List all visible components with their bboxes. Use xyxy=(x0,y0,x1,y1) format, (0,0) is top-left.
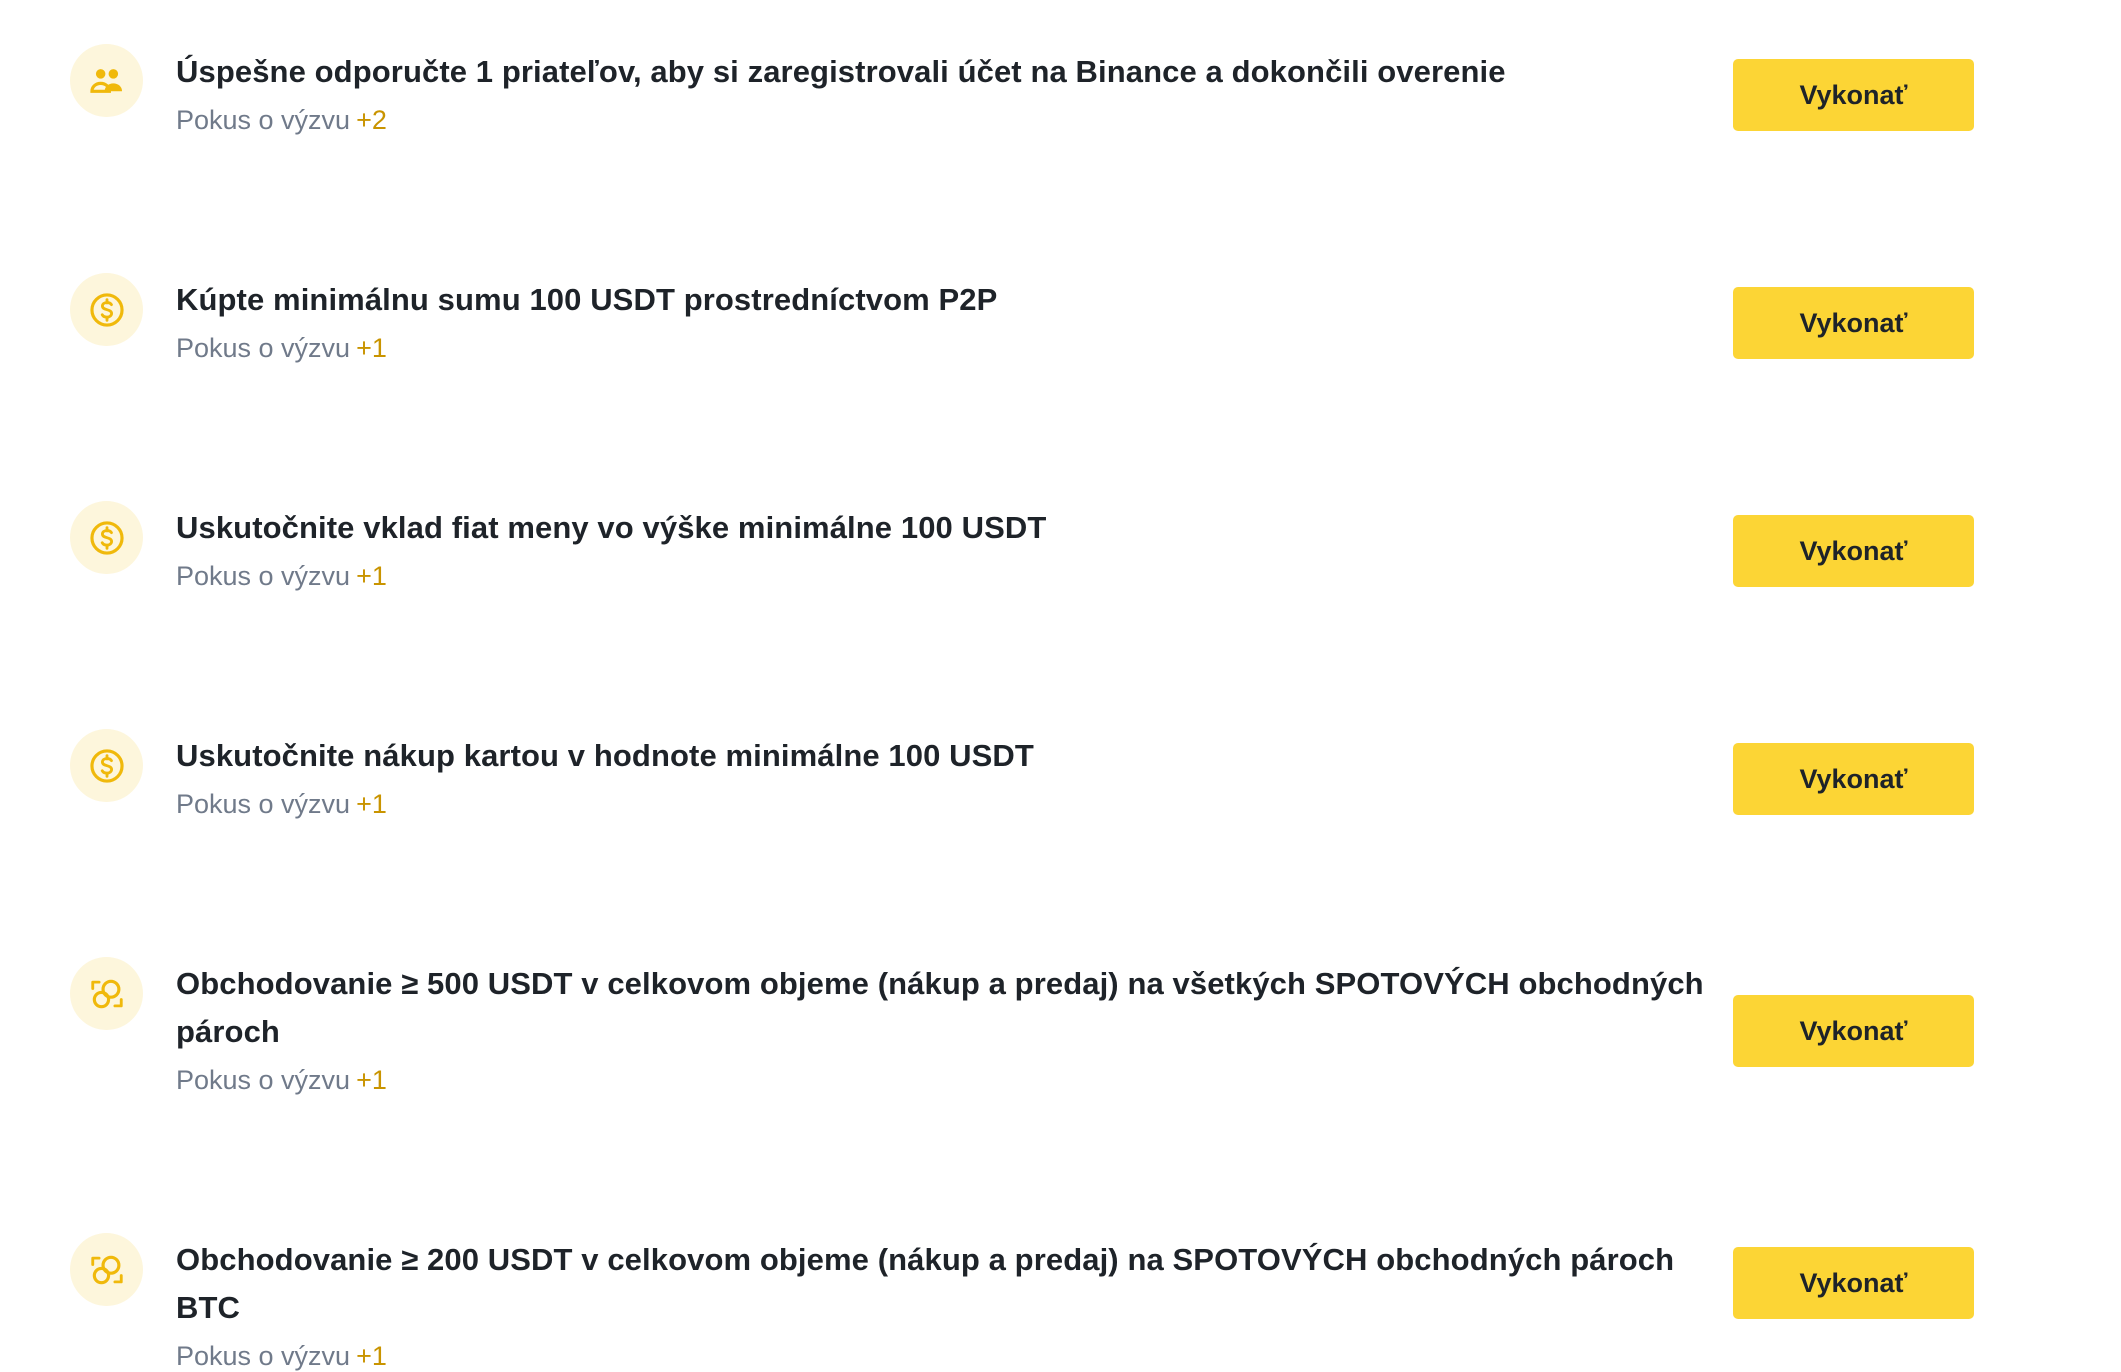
task-points: +1 xyxy=(356,1065,387,1095)
task-title: Kúpte minimálnu sumu 100 USDT prostrední… xyxy=(176,282,998,317)
task-list: Úspešne odporučte 1 priateľov, aby si za… xyxy=(0,0,2121,1372)
task-points: +1 xyxy=(356,333,387,363)
execute-button[interactable]: Vykonať xyxy=(1733,995,1974,1067)
task-title: Uskutočnite vklad fiat meny vo výške min… xyxy=(176,510,1047,545)
task-subtitle: Pokus o výzvu +1 xyxy=(176,784,1706,824)
task-icon-circle xyxy=(70,501,143,574)
dollar-coin-icon xyxy=(89,292,124,327)
task-icon-circle xyxy=(70,729,143,802)
task-title: Úspešne odporučte 1 priateľov, aby si za… xyxy=(176,54,1506,89)
trade-exchange-icon xyxy=(90,979,123,1008)
dollar-coin-icon xyxy=(89,520,124,555)
execute-button[interactable]: Vykonať xyxy=(1733,515,1974,587)
task-subtitle-label: Pokus o výzvu xyxy=(176,789,351,819)
task-subtitle-label: Pokus o výzvu xyxy=(176,1065,351,1095)
dollar-coin-icon xyxy=(89,748,124,783)
execute-button[interactable]: Vykonať xyxy=(1733,743,1974,815)
task-subtitle-label: Pokus o výzvu xyxy=(176,1341,351,1371)
execute-button[interactable]: Vykonať xyxy=(1733,1247,1974,1319)
task-subtitle-label: Pokus o výzvu xyxy=(176,561,351,591)
task-title: Uskutočnite nákup kartou v hodnote minim… xyxy=(176,738,1034,773)
task-title: Obchodovanie ≥ 500 USDT v celkovom objem… xyxy=(176,966,1704,1049)
task-subtitle: Pokus o výzvu +1 xyxy=(176,556,1706,596)
task-icon-circle xyxy=(70,957,143,1030)
task-title: Obchodovanie ≥ 200 USDT v celkovom objem… xyxy=(176,1242,1675,1325)
task-subtitle: Pokus o výzvu +1 xyxy=(176,328,1706,368)
execute-button[interactable]: Vykonať xyxy=(1733,287,1974,359)
task-subtitle: Pokus o výzvu +2 xyxy=(176,100,1706,140)
trade-exchange-icon xyxy=(90,1255,123,1284)
task-icon-circle xyxy=(70,1233,143,1306)
task-points: +2 xyxy=(356,105,387,135)
users-icon xyxy=(89,68,122,93)
task-subtitle: Pokus o výzvu +1 xyxy=(176,1060,1706,1100)
task-icon-circle xyxy=(70,273,143,346)
task-points: +1 xyxy=(356,561,387,591)
task-subtitle-label: Pokus o výzvu xyxy=(176,105,351,135)
task-points: +1 xyxy=(356,789,387,819)
task-points: +1 xyxy=(356,1341,387,1371)
execute-button[interactable]: Vykonať xyxy=(1733,59,1974,131)
task-subtitle: Pokus o výzvu +1 xyxy=(176,1336,1706,1372)
task-subtitle-label: Pokus o výzvu xyxy=(176,333,351,363)
task-icon-circle xyxy=(70,44,143,117)
